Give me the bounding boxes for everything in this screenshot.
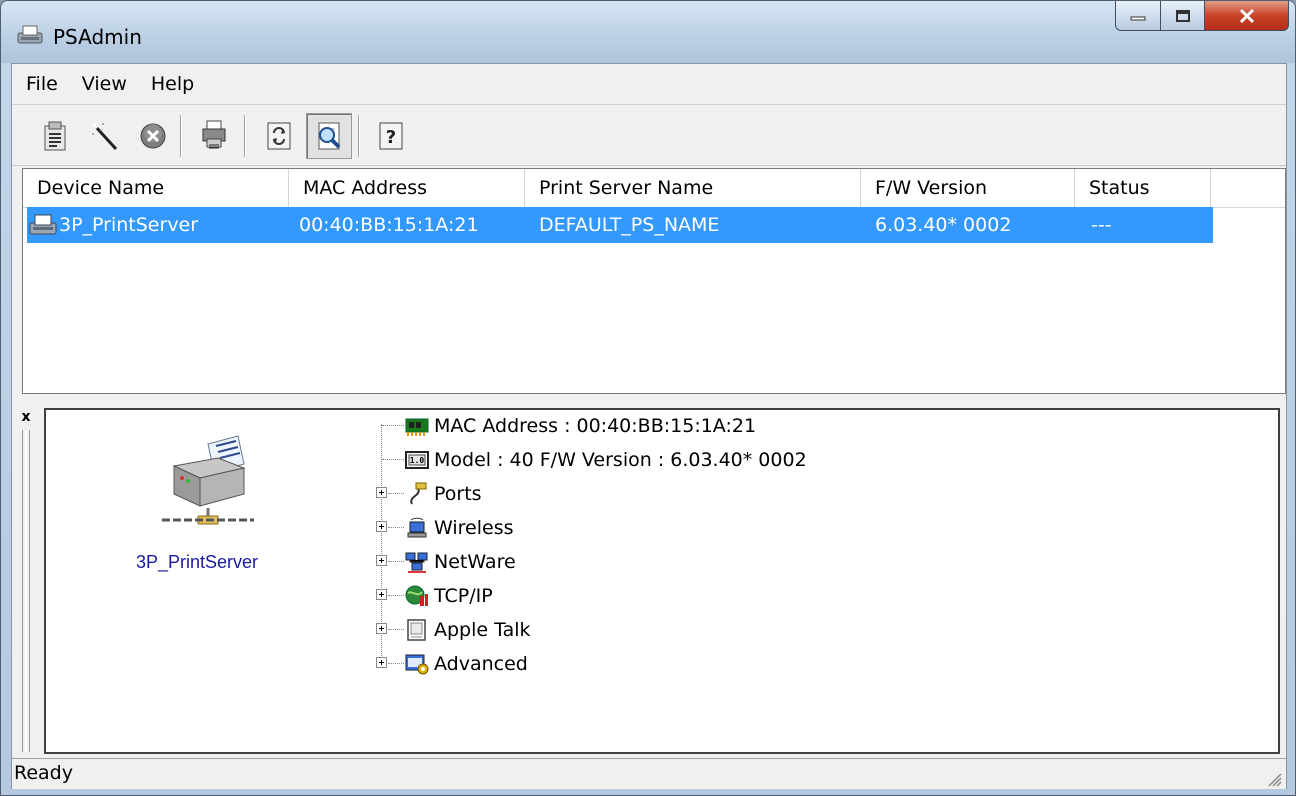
- status-text: Ready: [14, 762, 73, 784]
- netware-computers-icon: [405, 552, 428, 573]
- help-button[interactable]: ?: [368, 113, 414, 159]
- properties-icon: [44, 121, 66, 151]
- print-server-device-icon: [162, 435, 254, 525]
- tree-item-ports[interactable]: Ports: [376, 478, 1276, 510]
- close-pane-button[interactable]: x: [18, 410, 34, 426]
- expand-toggle[interactable]: [376, 555, 387, 566]
- toolbar-separator: [244, 115, 246, 157]
- menu-bar: File View Help: [12, 64, 1286, 105]
- tcpip-globe-icon: [405, 585, 428, 606]
- tree-item-label: NetWare: [434, 551, 516, 573]
- expand-toggle[interactable]: [376, 487, 387, 498]
- toolbar: ?: [12, 105, 1286, 166]
- svg-text:1.0: 1.0: [410, 456, 425, 465]
- expand-toggle[interactable]: [376, 589, 387, 600]
- tree-item-model[interactable]: 1.0 Model : 40 F/W Version : 6.03.40* 00…: [376, 444, 1276, 476]
- column-device-name[interactable]: Device Name: [23, 169, 289, 207]
- properties-button[interactable]: [32, 113, 78, 159]
- expand-toggle[interactable]: [376, 623, 387, 634]
- tree-item-advanced[interactable]: Advanced: [376, 648, 1276, 680]
- refresh-button[interactable]: [256, 113, 302, 159]
- column-fw-version[interactable]: F/W Version: [861, 169, 1075, 207]
- menu-view[interactable]: View: [72, 73, 137, 95]
- tree-item-label: TCP/IP: [434, 585, 493, 607]
- expand-toggle[interactable]: [376, 521, 387, 532]
- port-cable-icon: [410, 482, 427, 505]
- tree-item-wireless[interactable]: Wireless: [376, 512, 1276, 544]
- property-tree: MAC Address : 00:40:BB:15:1A:21 1.0 Mode…: [376, 410, 1276, 750]
- close-icon: [1239, 8, 1254, 23]
- cell-print-server-name: DEFAULT_PS_NAME: [539, 214, 720, 236]
- tree-item-label: MAC Address : 00:40:BB:15:1A:21: [434, 415, 757, 437]
- tree-item-label: Ports: [434, 483, 482, 505]
- pane-splitter[interactable]: [12, 394, 1286, 406]
- delete-icon: [140, 123, 166, 149]
- help-icon: ?: [379, 122, 403, 150]
- menu-help[interactable]: Help: [141, 73, 204, 95]
- app-printer-icon: [17, 25, 43, 44]
- tree-item-netware[interactable]: NetWare: [376, 546, 1276, 578]
- minimize-button[interactable]: [1115, 1, 1161, 31]
- tree-item-label: Advanced: [434, 653, 528, 675]
- wizard-wand-icon: [91, 122, 118, 151]
- menu-file[interactable]: File: [16, 73, 68, 95]
- details-pane: x 3P_PrintServer MAC Address: 00:40:BB:…: [12, 406, 1286, 758]
- resize-grip-icon[interactable]: [1264, 769, 1282, 787]
- delete-button[interactable]: [130, 113, 176, 159]
- svg-text:?: ?: [386, 127, 396, 148]
- tree-item-apple-talk[interactable]: Apple Talk: [376, 614, 1276, 646]
- maximize-icon: [1175, 9, 1190, 22]
- toolbar-separator: [358, 115, 360, 157]
- client-area: File View Help ? Device Name MAC Address…: [11, 63, 1287, 789]
- pane-grip[interactable]: [22, 430, 30, 752]
- list-header: Device Name MAC Address Print Server Nam…: [23, 169, 1285, 208]
- device-details: 3P_PrintServer MAC Address : 00:40:BB:15…: [44, 408, 1280, 754]
- cell-status: ---: [1091, 214, 1112, 236]
- printer-upgrade-button[interactable]: [192, 113, 238, 159]
- tree-line: [382, 425, 404, 426]
- printer-upgrade-icon: [202, 120, 226, 149]
- firmware-chip-icon: 1.0: [405, 451, 429, 469]
- tree-item-label: Wireless: [434, 517, 514, 539]
- network-card-icon: [405, 418, 429, 436]
- tree-line: [388, 561, 404, 562]
- tree-item-label: Apple Talk: [434, 619, 531, 641]
- cell-device-name: 3P_PrintServer: [59, 214, 199, 236]
- search-button[interactable]: [306, 113, 352, 159]
- column-print-server-name[interactable]: Print Server Name: [525, 169, 861, 207]
- status-bar: Ready: [12, 758, 1286, 789]
- cell-mac-address: 00:40:BB:15:1A:21: [299, 214, 479, 236]
- tree-line: [388, 629, 404, 630]
- close-window-button[interactable]: [1205, 1, 1289, 31]
- maximize-button[interactable]: [1161, 1, 1205, 31]
- column-mac-address[interactable]: MAC Address: [289, 169, 525, 207]
- tree-item-tcpip[interactable]: TCP/IP: [376, 580, 1276, 612]
- cell-fw-version: 6.03.40* 0002: [875, 214, 1012, 236]
- wizard-button[interactable]: [82, 113, 128, 159]
- wireless-computer-icon: [407, 517, 427, 538]
- device-label: 3P_PrintServer: [136, 552, 259, 572]
- window-title: PSAdmin: [53, 25, 142, 49]
- tree-line: [388, 595, 404, 596]
- search-icon: [318, 122, 341, 150]
- advanced-settings-icon: [405, 654, 429, 675]
- refresh-icon: [267, 122, 291, 150]
- apple-talk-icon: [407, 619, 426, 641]
- title-bar[interactable]: PSAdmin: [1, 1, 1295, 63]
- expand-toggle[interactable]: [376, 657, 387, 668]
- tree-line: [382, 459, 404, 460]
- column-status[interactable]: Status: [1075, 169, 1211, 207]
- psadmin-window: PSAdmin File View Help ? Device Name MAC…: [0, 0, 1296, 796]
- print-server-icon: [29, 214, 57, 235]
- tree-line: [388, 663, 404, 664]
- minimize-icon: [1130, 16, 1146, 20]
- tree-item-mac-address[interactable]: MAC Address : 00:40:BB:15:1A:21: [376, 410, 1276, 442]
- tree-line: [388, 493, 404, 494]
- tree-line: [388, 527, 404, 528]
- tree-item-label: Model : 40 F/W Version : 6.03.40* 0002: [434, 449, 807, 471]
- device-list[interactable]: Device Name MAC Address Print Server Nam…: [22, 168, 1286, 394]
- toolbar-separator: [180, 115, 182, 157]
- table-row[interactable]: 3P_PrintServer 00:40:BB:15:1A:21 DEFAULT…: [27, 207, 1213, 243]
